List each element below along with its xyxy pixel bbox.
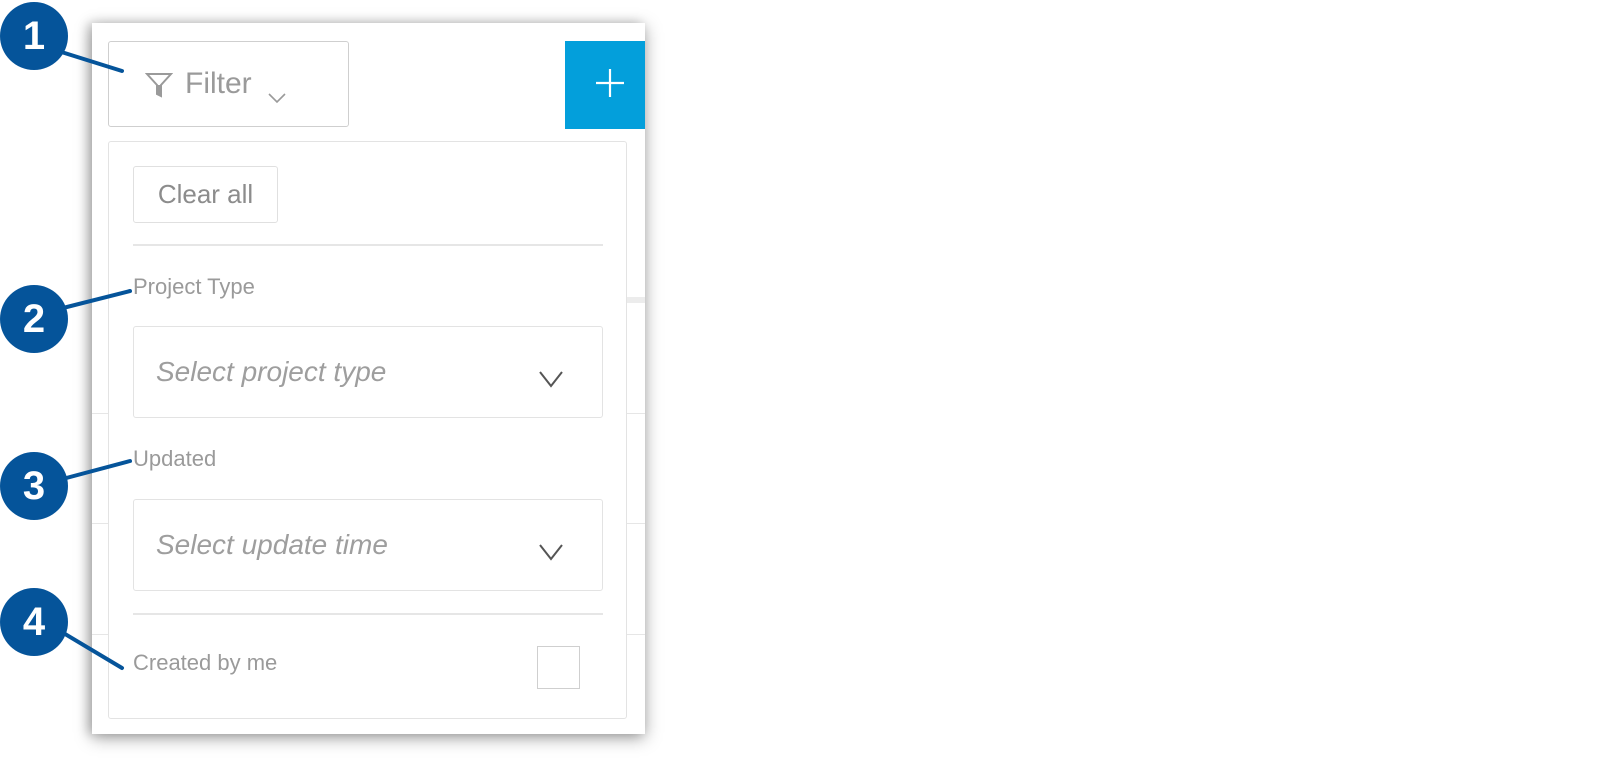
chevron-down-icon — [268, 78, 286, 104]
filter-dropdown-panel: Clear all Project Type Select project ty… — [108, 141, 627, 719]
divider — [133, 244, 603, 246]
divider — [133, 613, 603, 615]
callout-badge-4: 4 — [0, 588, 68, 656]
created-by-me-checkbox[interactable] — [537, 646, 580, 689]
project-type-label: Project Type — [133, 274, 255, 299]
created-by-me-label: Created by me — [133, 650, 278, 675]
callout-badge-3: 3 — [0, 452, 68, 520]
add-button[interactable] — [565, 41, 645, 129]
callout-badge-1: 1 — [0, 2, 68, 70]
callout-badge-2: 2 — [0, 285, 68, 353]
plus-icon — [595, 68, 625, 103]
updated-select[interactable]: Select update time — [133, 499, 603, 591]
project-type-placeholder: Select project type — [156, 356, 387, 387]
clear-all-button[interactable]: Clear all — [133, 166, 278, 223]
updated-label: Updated — [133, 446, 217, 471]
app-screen: Filter Clear all Project Type Select pro… — [92, 23, 645, 734]
chevron-down-icon — [538, 363, 564, 388]
project-type-select[interactable]: Select project type — [133, 326, 603, 418]
chevron-down-icon — [538, 536, 564, 561]
filter-label: Filter — [185, 67, 252, 100]
updated-placeholder: Select update time — [156, 529, 388, 560]
filter-button[interactable]: Filter — [108, 41, 349, 127]
funnel-icon — [144, 70, 174, 98]
